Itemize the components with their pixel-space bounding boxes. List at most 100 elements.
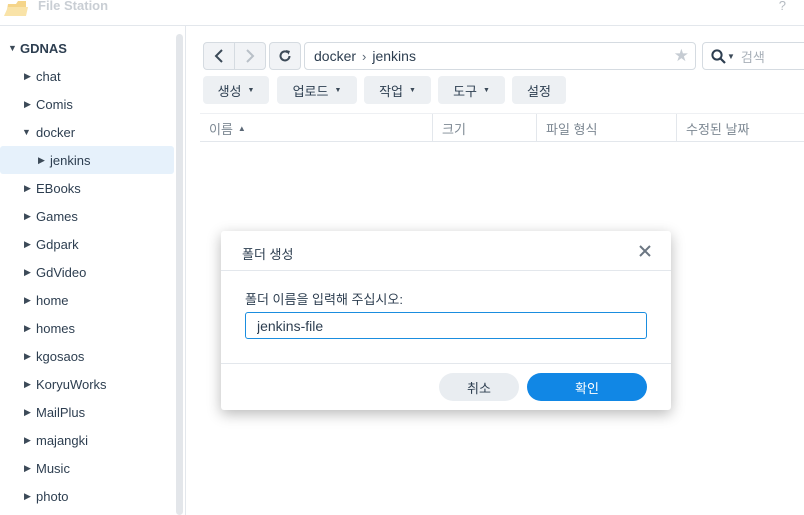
tree-item-ebooks[interactable]: ▶ EBooks (0, 174, 174, 202)
collapsed-caret-icon[interactable]: ▶ (24, 267, 36, 278)
favorite-star-icon[interactable]: ★ (674, 46, 689, 66)
collapsed-caret-icon[interactable]: ▶ (24, 323, 36, 334)
collapsed-caret-icon[interactable]: ▶ (24, 183, 36, 194)
tree-item-jenkins[interactable]: ▶ jenkins (0, 146, 174, 174)
tree-item-label: docker (36, 124, 76, 140)
search-input[interactable]: ▼ 검색 (702, 42, 804, 70)
breadcrumb-separator-icon: › (362, 48, 367, 64)
collapsed-caret-icon[interactable]: ▶ (24, 491, 36, 502)
window-titlebar: File Station ? (0, 0, 804, 26)
tree-item-mailplus[interactable]: ▶ MailPlus (0, 398, 174, 426)
action-button[interactable]: 작업 ▼ (364, 76, 431, 104)
breadcrumb-segment[interactable]: jenkins (372, 48, 416, 64)
tree-root-gdnas[interactable]: ▼ GDNAS (8, 40, 67, 56)
tree-item-label: MailPlus (36, 404, 86, 420)
collapsed-caret-icon[interactable]: ▶ (24, 463, 36, 474)
collapsed-caret-icon[interactable]: ▶ (24, 407, 36, 418)
search-placeholder: 검색 (740, 49, 765, 65)
collapsed-caret-icon[interactable]: ▶ (24, 239, 36, 250)
tools-button-label: 도구 (453, 83, 477, 99)
tree-item-photo[interactable]: ▶ photo (0, 482, 174, 510)
tree-item-label: Comis (36, 96, 73, 112)
column-file-type-label: 파일 형식 (546, 121, 598, 137)
close-icon[interactable] (639, 245, 651, 257)
sidebar-scrollbar[interactable] (176, 34, 183, 515)
collapsed-caret-icon[interactable]: ▶ (24, 211, 36, 222)
search-icon (711, 48, 726, 64)
chevron-left-icon (214, 49, 223, 63)
dialog-divider (221, 270, 671, 271)
tree-item-home[interactable]: ▶ home (0, 286, 174, 314)
collapsed-caret-icon[interactable]: ▶ (24, 379, 36, 390)
tree-root-label: GDNAS (20, 40, 67, 56)
dialog-title: 폴더 생성 (242, 247, 294, 262)
create-button[interactable]: 생성 ▼ (203, 76, 269, 104)
tree-item-gdvideo[interactable]: ▶ GdVideo (0, 258, 174, 286)
tree-item-music[interactable]: ▶ Music (0, 454, 174, 482)
collapsed-caret-icon[interactable]: ▶ (24, 351, 36, 362)
collapsed-caret-icon[interactable]: ▶ (24, 99, 36, 110)
column-name[interactable]: 이름 ▲ (200, 114, 433, 142)
back-button[interactable] (203, 42, 235, 70)
ok-button[interactable]: 확인 (527, 373, 647, 401)
dropdown-caret-icon: ▼ (482, 86, 490, 94)
column-size[interactable]: 크기 (433, 114, 537, 142)
refresh-button[interactable] (269, 42, 301, 70)
forward-button[interactable] (234, 42, 266, 70)
tree-item-label: GdVideo (36, 264, 87, 280)
tree-item-homes[interactable]: ▶ homes (0, 314, 174, 342)
dialog-divider (221, 363, 671, 364)
column-modified-date-label: 수정된 날짜 (686, 121, 750, 137)
create-button-label: 생성 (217, 83, 242, 99)
tree-item-majangki[interactable]: ▶ majangki (0, 426, 174, 454)
app-title: File Station (38, 0, 109, 13)
tree-item-label: photo (36, 488, 69, 504)
expanded-caret-icon[interactable]: ▼ (22, 127, 36, 137)
folder-name-prompt: 폴더 이름을 입력해 주십시오: (245, 292, 403, 307)
action-button-label: 작업 (379, 83, 403, 99)
path-breadcrumb[interactable]: docker › jenkins ★ (304, 42, 696, 70)
collapsed-caret-icon[interactable]: ▶ (24, 295, 36, 306)
chevron-right-icon (246, 49, 255, 63)
search-dropdown-caret-icon[interactable]: ▼ (727, 52, 735, 61)
refresh-icon (279, 50, 291, 62)
tree-item-label: KoryuWorks (36, 376, 107, 392)
tree-item-label: chat (36, 68, 61, 84)
tree-item-label: majangki (36, 432, 89, 448)
tree-item-games[interactable]: ▶ Games (0, 202, 174, 230)
tree-item-docker[interactable]: ▼ docker (0, 118, 174, 146)
tree-item-label: kgosaos (36, 348, 85, 364)
column-file-type[interactable]: 파일 형식 (537, 114, 677, 142)
tools-button[interactable]: 도구 ▼ (438, 76, 505, 104)
help-icon[interactable]: ? (779, 0, 786, 13)
tree-item-label: jenkins (50, 152, 91, 168)
create-folder-dialog: 폴더 생성 폴더 이름을 입력해 주십시오: 취소 확인 (221, 231, 671, 410)
tree-item-comis[interactable]: ▶ Comis (0, 90, 174, 118)
tree-item-gdpark[interactable]: ▶ Gdpark (0, 230, 174, 258)
tree-item-kgosaos[interactable]: ▶ kgosaos (0, 342, 174, 370)
folder-name-field[interactable] (245, 312, 647, 339)
tree-item-chat[interactable]: ▶ chat (0, 62, 174, 90)
collapsed-caret-icon[interactable]: ▶ (24, 71, 36, 82)
settings-button-label: 설정 (527, 83, 551, 99)
column-size-label: 크기 (442, 121, 466, 137)
settings-button[interactable]: 설정 (512, 76, 566, 104)
file-station-folder-icon (4, 1, 28, 16)
expanded-caret-icon[interactable]: ▼ (8, 43, 20, 53)
sort-ascending-icon: ▲ (237, 123, 246, 133)
cancel-button[interactable]: 취소 (439, 373, 519, 401)
collapsed-caret-icon[interactable]: ▶ (24, 435, 36, 446)
dropdown-caret-icon: ▼ (408, 86, 416, 94)
tree-item-koryuworks[interactable]: ▶ KoryuWorks (0, 370, 174, 398)
breadcrumb-segment[interactable]: docker (314, 48, 356, 64)
upload-button[interactable]: 업로드 ▼ (277, 76, 357, 104)
tree-item-label: Games (36, 208, 78, 224)
tree-item-label: Gdpark (36, 236, 79, 252)
collapsed-caret-icon[interactable]: ▶ (38, 155, 50, 166)
tree-item-label: home (36, 292, 69, 308)
tree-item-label: homes (36, 320, 76, 336)
dropdown-caret-icon: ▼ (247, 86, 255, 94)
upload-button-label: 업로드 (292, 83, 329, 99)
folder-tree-sidebar: ▼ GDNAS ▶ chat ▶ Comis ▼ docker ▶ jenkin… (0, 26, 186, 515)
column-modified-date[interactable]: 수정된 날짜 (677, 114, 804, 142)
